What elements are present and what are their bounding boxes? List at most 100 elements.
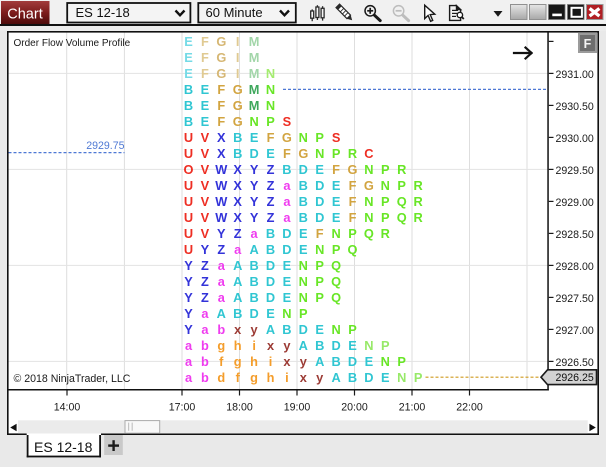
- svg-text:F: F: [349, 194, 357, 209]
- svg-text:2927.50: 2927.50: [556, 293, 594, 305]
- svg-text:V: V: [201, 210, 210, 225]
- svg-text:y: y: [283, 338, 291, 353]
- svg-text:2929.50: 2929.50: [556, 165, 594, 177]
- svg-text:a: a: [218, 258, 226, 273]
- svg-text:A: A: [299, 338, 308, 353]
- svg-text:i: i: [269, 354, 273, 369]
- svg-text:D: D: [299, 162, 308, 177]
- svg-text:P: P: [381, 210, 390, 225]
- svg-text:b: b: [217, 322, 225, 337]
- svg-text:h: h: [267, 370, 275, 385]
- svg-text:N: N: [299, 258, 308, 273]
- svg-text:N: N: [397, 370, 406, 385]
- svg-text:Z: Z: [234, 226, 242, 241]
- svg-text:M: M: [249, 34, 260, 49]
- svg-text:E: E: [184, 34, 193, 49]
- svg-text:M: M: [249, 82, 260, 97]
- svg-text:a: a: [234, 242, 242, 257]
- svg-text:P: P: [315, 290, 324, 305]
- svg-text:G: G: [364, 178, 374, 193]
- svg-text:G: G: [216, 50, 226, 65]
- svg-text:N: N: [364, 210, 373, 225]
- svg-text:V: V: [201, 194, 210, 209]
- svg-text:P: P: [397, 354, 406, 369]
- svg-text:E: E: [315, 162, 324, 177]
- svg-text:U: U: [184, 130, 193, 145]
- svg-text:© 2018 NinjaTrader, LLC: © 2018 NinjaTrader, LLC: [14, 373, 131, 385]
- svg-text:O: O: [184, 162, 194, 177]
- svg-text:Q: Q: [331, 290, 341, 305]
- svg-text:P: P: [299, 306, 308, 321]
- svg-text:A: A: [266, 322, 275, 337]
- svg-text:D: D: [266, 290, 275, 305]
- svg-text:U: U: [184, 242, 193, 257]
- svg-text:P: P: [348, 226, 357, 241]
- svg-text:G: G: [282, 130, 292, 145]
- svg-text:N: N: [381, 178, 390, 193]
- svg-text:F: F: [316, 226, 324, 241]
- svg-text:P: P: [381, 194, 390, 209]
- svg-text:Y: Y: [250, 194, 259, 209]
- svg-text:G: G: [298, 146, 308, 161]
- svg-text:X: X: [217, 130, 226, 145]
- svg-text:F: F: [217, 114, 225, 129]
- svg-text:N: N: [364, 338, 373, 353]
- svg-text:2929.75: 2929.75: [86, 140, 124, 152]
- svg-text:Y: Y: [250, 178, 259, 193]
- svg-text:y: y: [316, 370, 324, 385]
- svg-text:E: E: [332, 210, 341, 225]
- svg-text:N: N: [299, 290, 308, 305]
- svg-text:W: W: [215, 178, 228, 193]
- svg-text:2928.50: 2928.50: [556, 229, 594, 241]
- svg-text:Y: Y: [184, 290, 193, 305]
- svg-text:B: B: [184, 98, 193, 113]
- svg-text:E: E: [283, 274, 292, 289]
- svg-text:D: D: [266, 258, 275, 273]
- svg-text:P: P: [315, 274, 324, 289]
- svg-text:P: P: [332, 146, 341, 161]
- svg-text:B: B: [315, 338, 324, 353]
- svg-text:F: F: [201, 34, 209, 49]
- svg-text:A: A: [233, 274, 242, 289]
- svg-text:y: y: [300, 354, 308, 369]
- svg-text:f: f: [236, 370, 241, 385]
- svg-text:N: N: [299, 274, 308, 289]
- svg-text:A: A: [233, 290, 242, 305]
- svg-text:E: E: [365, 354, 374, 369]
- svg-text:Order Flow Volume Profile: Order Flow Volume Profile: [14, 38, 131, 49]
- svg-text:17:00: 17:00: [169, 401, 196, 413]
- svg-text:F: F: [217, 98, 225, 113]
- svg-text:X: X: [233, 178, 242, 193]
- svg-text:2930.00: 2930.00: [556, 133, 594, 145]
- svg-text:G: G: [233, 82, 243, 97]
- svg-text:A: A: [249, 242, 258, 257]
- svg-text:E: E: [348, 338, 357, 353]
- svg-text:N: N: [364, 162, 373, 177]
- svg-text:F: F: [267, 130, 275, 145]
- svg-text:D: D: [299, 322, 308, 337]
- svg-text:G: G: [348, 162, 358, 177]
- svg-text:B: B: [184, 82, 193, 97]
- svg-text:E: E: [250, 130, 259, 145]
- svg-text:N: N: [331, 226, 340, 241]
- svg-text:x: x: [267, 338, 275, 353]
- svg-text:Y: Y: [184, 306, 193, 321]
- svg-text:Chart: Chart: [7, 6, 42, 22]
- svg-text:N: N: [299, 130, 308, 145]
- svg-text:B: B: [348, 370, 357, 385]
- svg-text:G: G: [216, 34, 226, 49]
- svg-text:b: b: [201, 370, 209, 385]
- svg-text:B: B: [266, 242, 275, 257]
- svg-text:F: F: [201, 50, 209, 65]
- svg-text:Q: Q: [364, 226, 374, 241]
- svg-text:Z: Z: [201, 274, 209, 289]
- svg-text:19:00: 19:00: [284, 401, 311, 413]
- svg-text:F: F: [332, 162, 340, 177]
- svg-text:a: a: [218, 290, 226, 305]
- svg-text:W: W: [215, 162, 228, 177]
- svg-text:E: E: [283, 290, 292, 305]
- svg-text:F: F: [349, 178, 357, 193]
- svg-text:E: E: [266, 306, 275, 321]
- svg-text:60 Minute: 60 Minute: [206, 5, 263, 20]
- svg-text:I: I: [236, 66, 240, 81]
